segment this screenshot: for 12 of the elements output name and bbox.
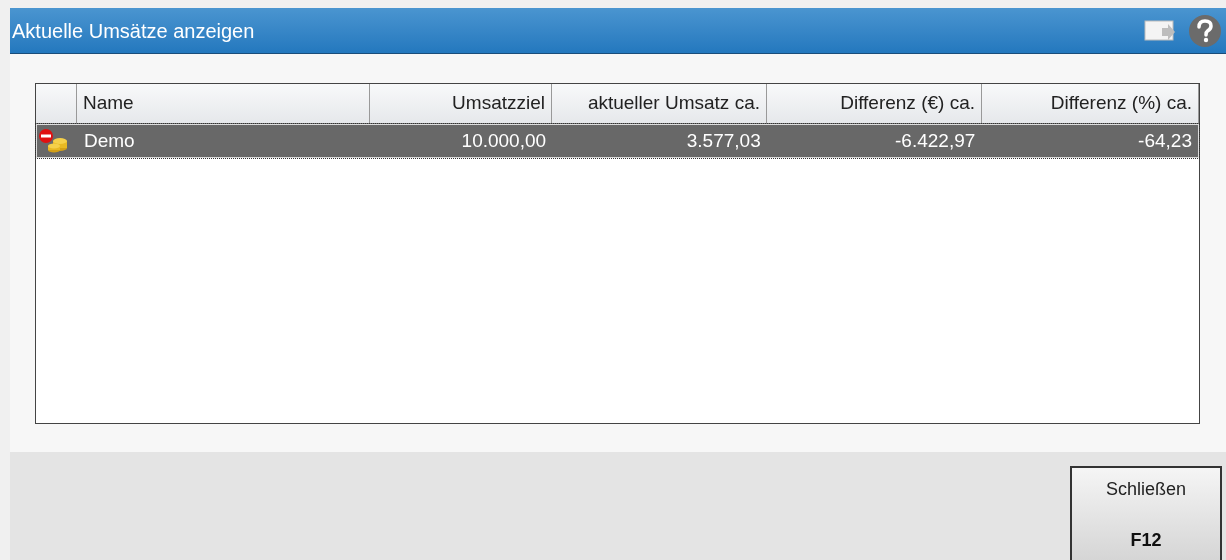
- table-cell-text: Demo: [82, 128, 136, 153]
- table-cell-text: -6.422,97: [894, 128, 977, 153]
- button-label: Schließen: [1105, 478, 1186, 501]
- help-icon[interactable]: [1188, 13, 1222, 48]
- shortcut-key: F12: [1130, 527, 1162, 554]
- window-title: Aktuelle Umsätze anzeigen: [12, 18, 256, 44]
- table-row[interactable]: Demo 10.000,00 3.577,03 -6.422,97 -64,23: [36, 124, 1199, 158]
- window-icon[interactable]: [1144, 17, 1176, 44]
- table-cell-text: 10.000,00: [460, 128, 548, 153]
- table-cell-text: 3.577,03: [685, 128, 762, 153]
- table-cell-text: -64,23: [1137, 128, 1193, 153]
- close-button[interactable]: Schließen F12: [1070, 466, 1222, 560]
